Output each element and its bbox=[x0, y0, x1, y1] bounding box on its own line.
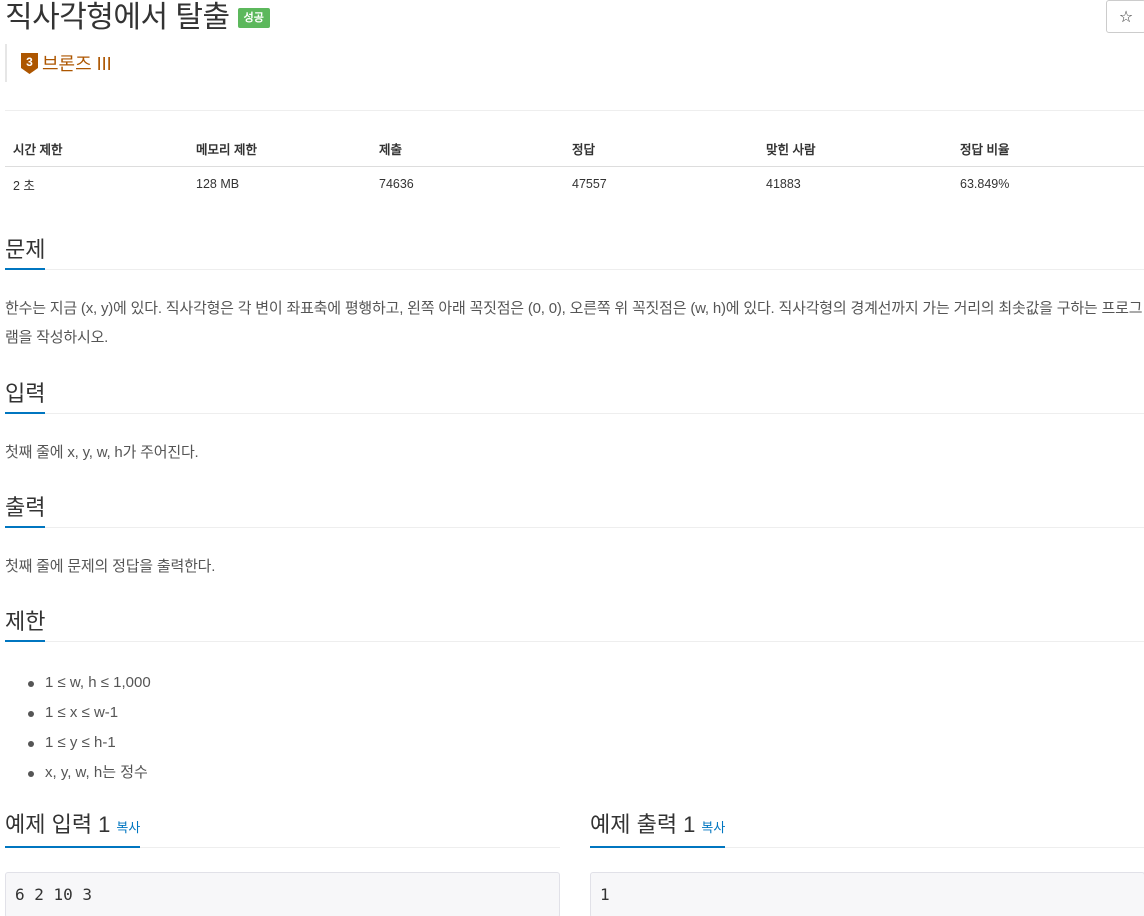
sample-input-title: 예제 입력 1 복사 bbox=[5, 806, 141, 848]
section-header: 제한 bbox=[5, 604, 1144, 642]
value-accepted: 47557 bbox=[572, 177, 607, 192]
value-time-limit: 2 초 bbox=[13, 178, 35, 193]
info-header-row: 시간 제한 메모리 제한 제출 정답 맞힌 사람 정답 비율 bbox=[5, 132, 1144, 167]
section-title-output: 출력 bbox=[5, 490, 46, 528]
copy-sample-input-button[interactable]: 복사 bbox=[116, 820, 140, 835]
section-title-problem: 문제 bbox=[5, 232, 46, 270]
problem-title: 직사각형에서 탈출 bbox=[5, 1, 230, 34]
sample-output-heading: 예제 출력 1 bbox=[590, 812, 696, 837]
sample-input-content[interactable]: 6 2 10 3 bbox=[5, 872, 560, 916]
list-item: 1 ≤ y ≤ h-1 bbox=[5, 728, 1144, 758]
list-item: 1 ≤ x ≤ w-1 bbox=[5, 698, 1144, 728]
star-icon: ☆ bbox=[1118, 8, 1134, 26]
favorite-star-button[interactable]: ☆ bbox=[1106, 0, 1144, 33]
list-item: x, y, w, h는 정수 bbox=[5, 758, 1144, 788]
header-memory-limit: 메모리 제한 bbox=[188, 132, 371, 167]
sample-output-content[interactable]: 1 bbox=[590, 872, 1144, 916]
problem-info-table: 시간 제한 메모리 제한 제출 정답 맞힌 사람 정답 비율 2 초 128 M… bbox=[5, 132, 1144, 202]
section-header: 문제 bbox=[5, 232, 1144, 270]
tier-number: 3 bbox=[26, 55, 33, 69]
info-value-row: 2 초 128 MB 74636 47557 41883 63.849% bbox=[5, 166, 1144, 202]
section-header: 입력 bbox=[5, 376, 1144, 414]
header-solvers: 맞힌 사람 bbox=[758, 132, 952, 167]
input-section: 입력 첫째 줄에 x, y, w, h가 주어진다. bbox=[5, 376, 1144, 467]
value-submissions: 74636 bbox=[379, 177, 414, 192]
sample-output-block: 예제 출력 1 복사 1 bbox=[590, 806, 1144, 916]
value-memory-limit: 128 MB bbox=[196, 177, 240, 192]
bronze-tier-icon: 3 bbox=[21, 52, 38, 74]
problem-title-row: 직사각형에서 탈출 성공 bbox=[5, 0, 270, 36]
header-accepted: 정답 bbox=[564, 132, 758, 167]
value-accept-ratio: 63.849% bbox=[960, 177, 1010, 192]
limits-section: 제한 1 ≤ w, h ≤ 1,000 1 ≤ x ≤ w-1 1 ≤ y ≤ … bbox=[5, 604, 1144, 788]
list-item: 1 ≤ w, h ≤ 1,000 bbox=[5, 668, 1144, 698]
limits-list: 1 ≤ w, h ≤ 1,000 1 ≤ x ≤ w-1 1 ≤ y ≤ h-1… bbox=[5, 668, 1144, 788]
header-submissions: 제출 bbox=[371, 132, 564, 167]
problem-section: 문제 한수는 지금 (x, y)에 있다. 직사각형은 각 변이 좌표축에 평행… bbox=[5, 232, 1144, 352]
divider bbox=[5, 110, 1144, 111]
section-title-limits: 제한 bbox=[5, 604, 46, 642]
status-badge: 성공 bbox=[237, 8, 270, 28]
tier-label[interactable]: 브론즈 III bbox=[42, 50, 112, 76]
output-description: 첫째 줄에 문제의 정답을 출력한다. bbox=[5, 558, 216, 575]
value-solvers: 41883 bbox=[766, 177, 801, 192]
problem-description: 한수는 지금 (x, y)에 있다. 직사각형은 각 변이 좌표축에 평행하고,… bbox=[5, 300, 1143, 346]
sample-output-title: 예제 출력 1 복사 bbox=[590, 806, 726, 848]
sample-input-heading: 예제 입력 1 bbox=[5, 812, 111, 837]
tier-block: 3 브론즈 III bbox=[5, 44, 112, 82]
section-header: 출력 bbox=[5, 490, 1144, 528]
section-title-input: 입력 bbox=[5, 376, 46, 414]
output-section: 출력 첫째 줄에 문제의 정답을 출력한다. bbox=[5, 490, 1144, 581]
header-accept-ratio: 정답 비율 bbox=[952, 132, 1144, 167]
sample-input-block: 예제 입력 1 복사 6 2 10 3 bbox=[5, 806, 560, 916]
header-time-limit: 시간 제한 bbox=[5, 132, 188, 167]
section-header: 예제 입력 1 복사 bbox=[5, 806, 560, 848]
copy-sample-output-button[interactable]: 복사 bbox=[701, 820, 725, 835]
input-description: 첫째 줄에 x, y, w, h가 주어진다. bbox=[5, 444, 199, 461]
section-header: 예제 출력 1 복사 bbox=[590, 806, 1144, 848]
